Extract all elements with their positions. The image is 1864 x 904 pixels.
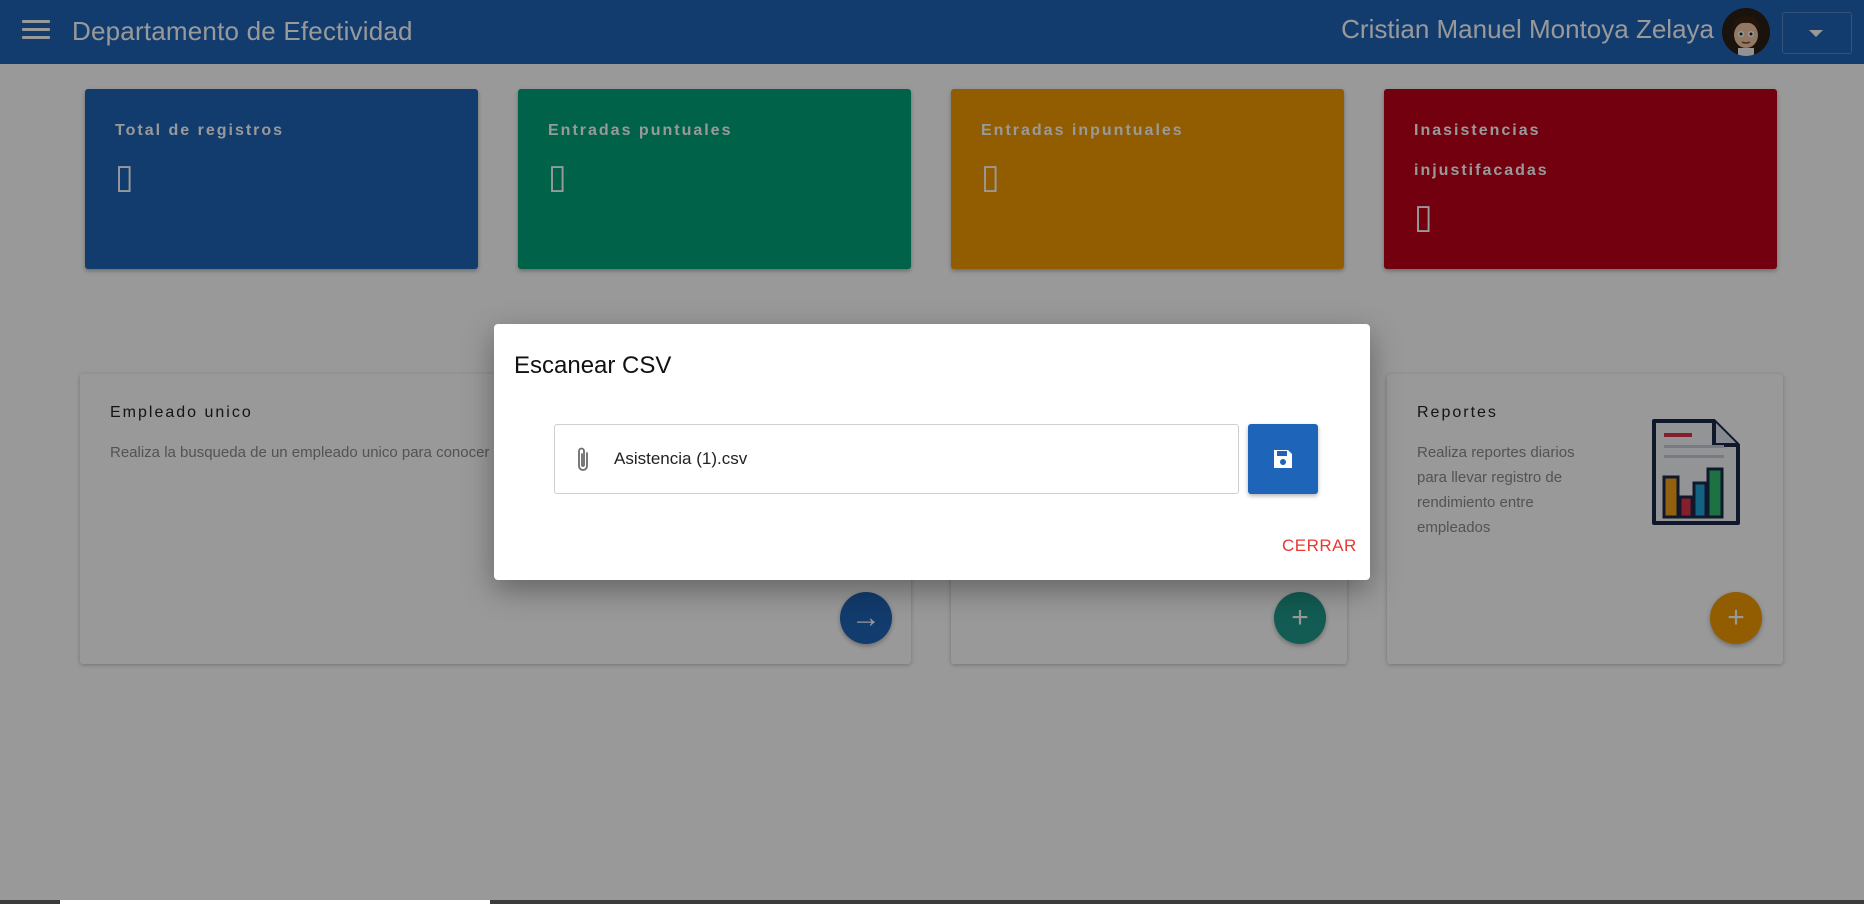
scan-csv-dialog: Escanear CSV Asistencia (1).csv CERRAR <box>494 324 1370 580</box>
close-button[interactable]: CERRAR <box>1282 536 1357 556</box>
file-input[interactable]: Asistencia (1).csv <box>554 424 1239 494</box>
paperclip-icon <box>578 447 588 471</box>
file-name: Asistencia (1).csv <box>614 449 748 468</box>
dialog-title: Escanear CSV <box>514 352 672 379</box>
bottom-bar <box>0 900 1864 904</box>
save-button[interactable] <box>1248 424 1318 494</box>
bottom-bar-highlight <box>60 900 490 904</box>
floppy-disk-icon <box>1274 450 1292 468</box>
